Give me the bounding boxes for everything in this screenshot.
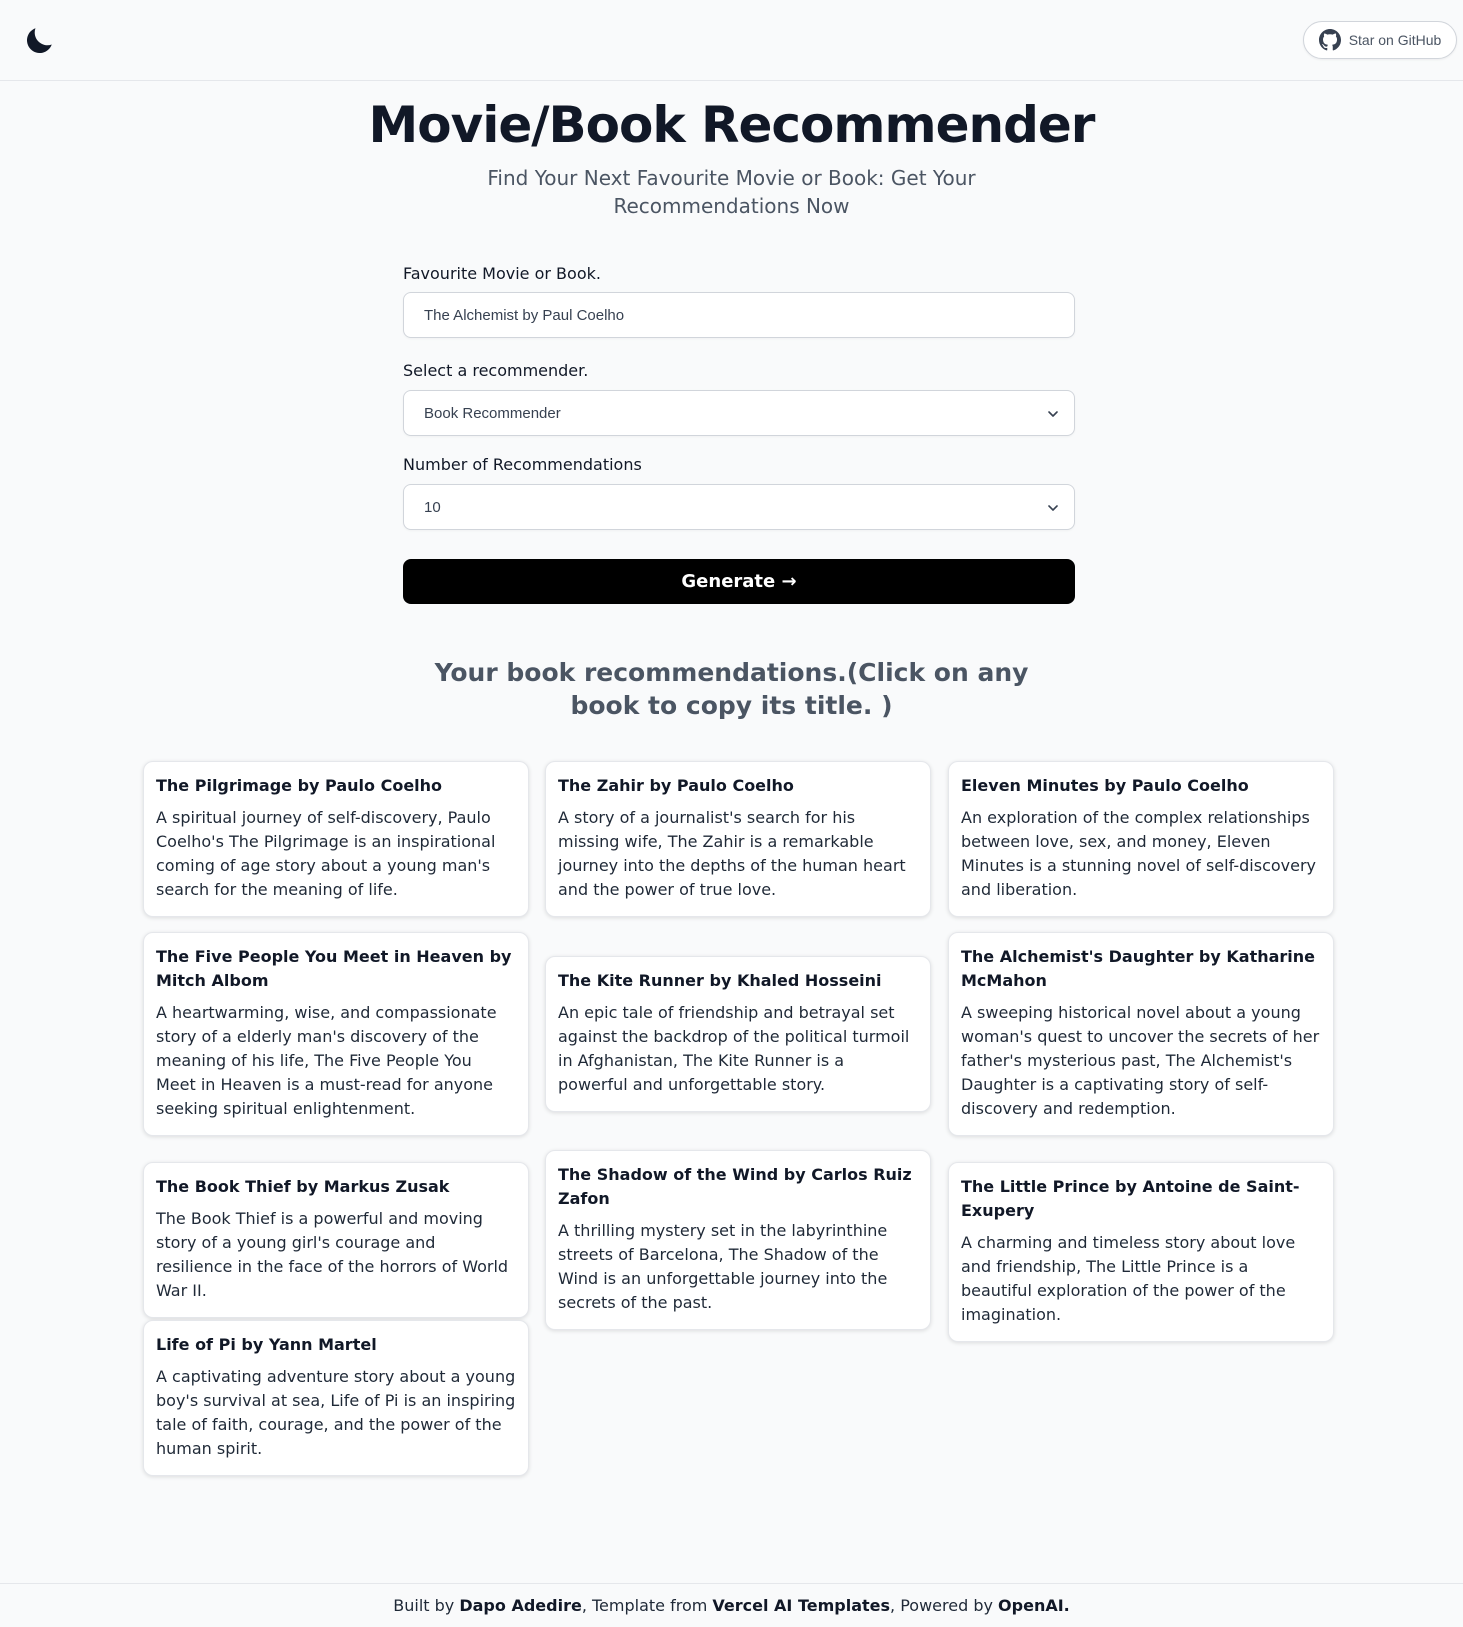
generate-button-label: Generate → xyxy=(681,571,797,592)
card-description: A spiritual journey of self-discovery, P… xyxy=(156,808,496,899)
card-title: The Book Thief by Markus Zusak xyxy=(156,1177,450,1196)
moon-icon[interactable] xyxy=(22,24,56,58)
footer-template-link[interactable]: Vercel AI Templates xyxy=(712,1596,890,1615)
recommender-label: Select a recommender. xyxy=(403,361,589,380)
card-description: An epic tale of friendship and betrayal … xyxy=(558,1003,910,1094)
top-header: Star on GitHub xyxy=(0,0,1463,81)
favourite-input[interactable]: The Alchemist by Paul Coelho xyxy=(403,292,1075,338)
card-description: A story of a journalist's search for his… xyxy=(558,808,906,899)
recommendation-card[interactable]: The Zahir by Paulo Coelho A story of a j… xyxy=(545,761,931,917)
footer-provider-link[interactable]: OpenAI. xyxy=(998,1596,1070,1615)
chevron-down-icon xyxy=(1048,411,1058,417)
star-on-github-button[interactable]: Star on GitHub xyxy=(1303,21,1457,59)
card-description: A heartwarming, wise, and compassionate … xyxy=(156,1003,497,1118)
card-title: The Five People You Meet in Heaven by Mi… xyxy=(156,947,512,990)
card-description: An exploration of the complex relationsh… xyxy=(961,808,1317,899)
footer-built-by: Built by xyxy=(393,1596,455,1615)
recommendation-card[interactable]: Life of Pi by Yann Martel A captivating … xyxy=(143,1320,529,1476)
generate-button[interactable]: Generate → xyxy=(403,559,1075,604)
chevron-down-icon xyxy=(1048,505,1058,511)
card-title: The Kite Runner by Khaled Hosseini xyxy=(558,971,882,990)
card-title: Eleven Minutes by Paulo Coelho xyxy=(961,776,1249,795)
recommendation-card[interactable]: The Alchemist's Daughter by Katharine Mc… xyxy=(948,932,1334,1136)
recommendation-card[interactable]: Eleven Minutes by Paulo Coelho An explor… xyxy=(948,761,1334,917)
github-button-label: Star on GitHub xyxy=(1348,32,1442,48)
card-title: The Little Prince by Antoine de Saint-Ex… xyxy=(961,1177,1300,1220)
recommendation-card[interactable]: The Five People You Meet in Heaven by Mi… xyxy=(143,932,529,1136)
count-select-value: 10 xyxy=(424,498,441,516)
recommendation-card[interactable]: The Book Thief by Markus Zusak The Book … xyxy=(143,1162,529,1318)
recommendation-card[interactable]: The Kite Runner by Khaled Hosseini An ep… xyxy=(545,956,931,1112)
card-title: The Pilgrimage by Paulo Coelho xyxy=(156,776,443,795)
recommendation-card[interactable]: The Little Prince by Antoine de Saint-Ex… xyxy=(948,1162,1334,1342)
github-icon xyxy=(1318,29,1341,51)
count-select[interactable]: 10 xyxy=(403,484,1075,530)
footer-powered-by: , Powered by xyxy=(890,1596,993,1615)
results-heading: Your book recommendations.(Click on any … xyxy=(434,658,1029,720)
card-description: A captivating adventure story about a yo… xyxy=(156,1367,516,1458)
page-title: Movie/Book Recommender xyxy=(368,96,1096,154)
card-title: Life of Pi by Yann Martel xyxy=(156,1335,377,1354)
favourite-input-value: The Alchemist by Paul Coelho xyxy=(424,306,625,324)
card-description: A sweeping historical novel about a youn… xyxy=(961,1003,1320,1118)
recommender-select-value: Book Recommender xyxy=(424,404,561,422)
recommendation-card[interactable]: The Shadow of the Wind by Carlos Ruiz Za… xyxy=(545,1150,931,1330)
card-title: The Shadow of the Wind by Carlos Ruiz Za… xyxy=(558,1165,912,1208)
footer-author-link[interactable]: Dapo Adedire xyxy=(459,1596,581,1615)
card-title: The Zahir by Paulo Coelho xyxy=(558,776,794,795)
recommendation-card[interactable]: The Pilgrimage by Paulo Coelho A spiritu… xyxy=(143,761,529,917)
card-title: The Alchemist's Daughter by Katharine Mc… xyxy=(961,947,1316,990)
page-subtitle: Find Your Next Favourite Movie or Book: … xyxy=(487,166,976,218)
footer-template-from: , Template from xyxy=(581,1596,708,1615)
card-description: The Book Thief is a powerful and moving … xyxy=(156,1209,509,1300)
favourite-label: Favourite Movie or Book. xyxy=(403,264,601,283)
card-description: A thrilling mystery set in the labyrinth… xyxy=(558,1221,888,1312)
footer: Built by Dapo Adedire, Template from Ver… xyxy=(0,1583,1463,1627)
recommender-select[interactable]: Book Recommender xyxy=(403,390,1075,436)
card-description: A charming and timeless story about love… xyxy=(961,1233,1296,1324)
count-label: Number of Recommendations xyxy=(403,455,642,474)
